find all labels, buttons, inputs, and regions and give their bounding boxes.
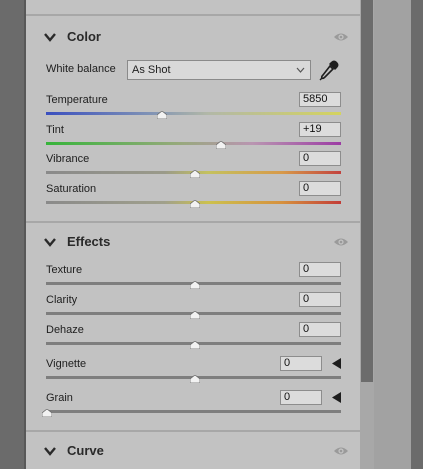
white-balance-value: As Shot bbox=[132, 64, 171, 76]
tint-slider-thumb[interactable] bbox=[216, 141, 227, 149]
color-section-title: Color bbox=[67, 29, 101, 44]
texture-input[interactable]: 0 bbox=[299, 262, 341, 277]
temperature-input[interactable]: 5850 bbox=[299, 92, 341, 107]
saturation-label: Saturation bbox=[46, 183, 97, 195]
dehaze-label: Dehaze bbox=[46, 324, 84, 336]
grain-slider-thumb[interactable] bbox=[42, 409, 52, 417]
vignette-input[interactable]: 0 bbox=[280, 356, 322, 371]
dehaze-slider-thumb[interactable] bbox=[189, 341, 200, 349]
section-divider bbox=[26, 14, 360, 16]
tint-track[interactable] bbox=[46, 142, 341, 145]
clarity-input[interactable]: 0 bbox=[299, 292, 341, 307]
grain-track[interactable] bbox=[46, 410, 341, 413]
curve-section-header[interactable]: Curve bbox=[26, 439, 360, 463]
grain-label: Grain bbox=[46, 392, 73, 404]
scrollbar-thumb[interactable] bbox=[361, 0, 373, 382]
vignette-label: Vignette bbox=[46, 358, 87, 370]
chevron-down-icon[interactable] bbox=[44, 32, 56, 42]
saturation-input[interactable]: 0 bbox=[299, 181, 341, 196]
left-panel-edge bbox=[0, 0, 24, 469]
clarity-label: Clarity bbox=[46, 294, 78, 306]
color-section-header[interactable]: Color bbox=[26, 25, 360, 49]
effects-section-header[interactable]: Effects bbox=[26, 230, 360, 254]
right-panel-edge bbox=[411, 0, 423, 469]
triangle-left-icon[interactable] bbox=[332, 358, 341, 369]
effects-section-title: Effects bbox=[67, 234, 111, 249]
tint-input[interactable]: +19 bbox=[299, 122, 341, 137]
eye-icon[interactable] bbox=[333, 31, 349, 43]
temperature-slider-thumb[interactable] bbox=[157, 111, 168, 119]
chevron-down-icon[interactable] bbox=[44, 237, 56, 247]
saturation-slider-thumb[interactable] bbox=[189, 200, 200, 208]
tint-label: Tint bbox=[46, 124, 64, 136]
right-gutter bbox=[374, 0, 411, 469]
dehaze-input[interactable]: 0 bbox=[299, 322, 341, 337]
eye-icon[interactable] bbox=[333, 445, 349, 457]
eye-icon[interactable] bbox=[333, 236, 349, 248]
vibrance-input[interactable]: 0 bbox=[299, 151, 341, 166]
white-balance-select[interactable]: As Shot bbox=[127, 60, 311, 80]
grain-input[interactable]: 0 bbox=[280, 390, 322, 405]
triangle-left-icon[interactable] bbox=[332, 392, 341, 403]
chevron-down-icon[interactable] bbox=[44, 446, 56, 456]
temperature-label: Temperature bbox=[46, 94, 108, 106]
texture-slider-thumb[interactable] bbox=[189, 281, 200, 289]
texture-label: Texture bbox=[46, 264, 83, 276]
white-balance-label: White balance bbox=[46, 63, 116, 75]
section-divider bbox=[26, 221, 360, 223]
temperature-track[interactable] bbox=[46, 112, 341, 115]
chevron-down-icon bbox=[296, 67, 305, 73]
vibrance-slider-thumb[interactable] bbox=[189, 170, 200, 178]
vibrance-label: Vibrance bbox=[46, 153, 90, 165]
section-divider bbox=[26, 430, 360, 432]
clarity-slider-thumb[interactable] bbox=[189, 311, 200, 319]
eyedropper-icon[interactable] bbox=[318, 59, 340, 81]
curve-section-title: Curve bbox=[67, 443, 104, 458]
vignette-slider-thumb[interactable] bbox=[189, 375, 200, 383]
